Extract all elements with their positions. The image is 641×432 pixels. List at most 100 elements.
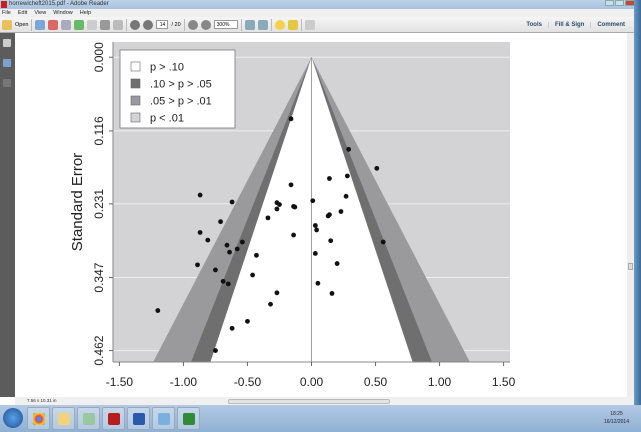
y-tick-label: 0.231 xyxy=(92,189,106,219)
zoom-in-icon[interactable] xyxy=(200,19,211,30)
menu-edit[interactable]: Edit xyxy=(18,9,27,17)
next-page-icon[interactable] xyxy=(143,19,154,30)
data-point xyxy=(227,249,232,255)
y-tick-label: 0.462 xyxy=(92,335,106,365)
menu-view[interactable]: View xyxy=(34,9,46,17)
data-point xyxy=(380,239,386,245)
y-tick-label: 0.347 xyxy=(92,262,106,292)
data-point xyxy=(197,192,203,198)
adobe-reader-icon xyxy=(1,1,7,8)
data-point xyxy=(343,193,349,199)
previous-page-icon[interactable] xyxy=(130,19,141,30)
tools-button[interactable]: Tools xyxy=(520,22,548,28)
document-view: 0.000 0.116 0.231 0.347 0.462 -1.50 -1.00 -0.5… xyxy=(15,33,627,397)
taskbar-adobe-reader[interactable] xyxy=(102,407,125,430)
pages-icon[interactable] xyxy=(3,39,11,47)
menu-window[interactable]: Window xyxy=(53,9,73,17)
folder-icon xyxy=(58,413,70,425)
data-point xyxy=(239,239,245,245)
x-tick-label: -1.00 xyxy=(170,375,198,389)
edit-pdf-icon[interactable] xyxy=(48,19,59,30)
separator xyxy=(240,18,242,31)
data-point xyxy=(334,261,340,266)
x-tick-label: 0.00 xyxy=(300,375,324,389)
menu-help[interactable]: Help xyxy=(80,9,91,17)
fill-sign-button[interactable]: Fill & Sign xyxy=(547,22,590,28)
funnel-plot: 0.000 0.116 0.231 0.347 0.462 -1.50 -1.00 -0.5… xyxy=(69,42,516,389)
x-tick-label: -1.50 xyxy=(106,375,134,389)
data-point xyxy=(327,176,332,181)
zoom-out-icon[interactable] xyxy=(187,19,198,30)
zoom-select[interactable]: 300% xyxy=(213,20,238,29)
folder-icon[interactable] xyxy=(2,19,12,30)
taskbar-library[interactable] xyxy=(77,407,100,430)
separator xyxy=(270,18,272,31)
clock[interactable]: 18:25 16/12/2014 xyxy=(604,410,629,426)
paint-icon xyxy=(158,413,170,425)
data-point xyxy=(234,246,240,252)
right-tools: Tools Fill & Sign Comment xyxy=(520,17,631,33)
data-point xyxy=(197,230,203,235)
maximize-button[interactable] xyxy=(615,0,624,6)
fit-page-icon[interactable] xyxy=(244,19,255,30)
data-point xyxy=(312,251,318,256)
data-point xyxy=(225,281,231,287)
data-point xyxy=(274,206,280,212)
menu-file[interactable]: File xyxy=(2,9,11,17)
vertical-scrollbar[interactable] xyxy=(627,33,634,397)
data-point xyxy=(254,252,259,258)
title-bar: horrewicheft2015.pdf - Adobe Reader xyxy=(0,0,641,9)
data-point xyxy=(329,291,335,296)
minimize-button[interactable] xyxy=(605,0,614,6)
legend-label: p < .01 xyxy=(150,113,184,125)
data-point xyxy=(155,308,161,313)
data-point xyxy=(245,318,250,324)
x-tick-label: -0.50 xyxy=(234,375,262,389)
data-point xyxy=(218,219,223,225)
sign-icon[interactable] xyxy=(61,19,72,30)
taskbar-explorer[interactable] xyxy=(52,407,75,430)
data-point xyxy=(205,237,211,243)
data-point xyxy=(315,280,321,286)
fit-width-icon[interactable] xyxy=(257,19,268,30)
highlight-icon[interactable] xyxy=(287,19,298,30)
comment-icon[interactable] xyxy=(274,19,285,30)
print-icon[interactable] xyxy=(100,19,111,30)
email-icon[interactable] xyxy=(113,19,124,30)
window-border xyxy=(634,0,641,405)
start-button[interactable] xyxy=(3,408,23,428)
taskbar-word[interactable] xyxy=(127,407,150,430)
library-icon xyxy=(83,413,95,425)
x-tick-label: 0.50 xyxy=(364,375,388,389)
expand-icon[interactable] xyxy=(304,19,315,30)
separator xyxy=(183,18,185,31)
taskbar-chrome[interactable] xyxy=(27,407,50,430)
vertical-scroll-thumb[interactable] xyxy=(628,263,633,270)
legend-label: p > .10 xyxy=(150,62,184,74)
data-point xyxy=(310,198,316,204)
create-pdf-icon[interactable] xyxy=(35,19,46,30)
taskbar-excel[interactable] xyxy=(177,407,200,430)
legend-swatch xyxy=(130,61,141,72)
data-point xyxy=(250,272,255,278)
legend-swatch xyxy=(130,78,141,89)
data-point xyxy=(213,348,218,353)
bookmark-icon[interactable] xyxy=(3,59,11,67)
separator xyxy=(300,18,302,31)
page-number-input[interactable]: 14 xyxy=(156,20,169,29)
open-button[interactable]: Open xyxy=(15,22,28,28)
attachment-icon[interactable] xyxy=(3,79,11,87)
data-point xyxy=(268,301,273,307)
data-point xyxy=(277,202,282,207)
taskbar-paint[interactable] xyxy=(152,407,175,430)
data-point xyxy=(292,204,298,210)
cloud-upload-icon[interactable] xyxy=(74,19,85,30)
chrome-icon xyxy=(33,413,45,425)
horizontal-scrollbar[interactable] xyxy=(228,399,390,404)
data-point xyxy=(288,116,294,122)
comment-button[interactable]: Comment xyxy=(590,22,631,28)
y-tick-label: 0.116 xyxy=(92,116,106,145)
save-icon[interactable] xyxy=(87,19,98,30)
legend-label: .10 > p > .05 xyxy=(150,79,212,91)
page-total: / 20 xyxy=(171,21,181,28)
